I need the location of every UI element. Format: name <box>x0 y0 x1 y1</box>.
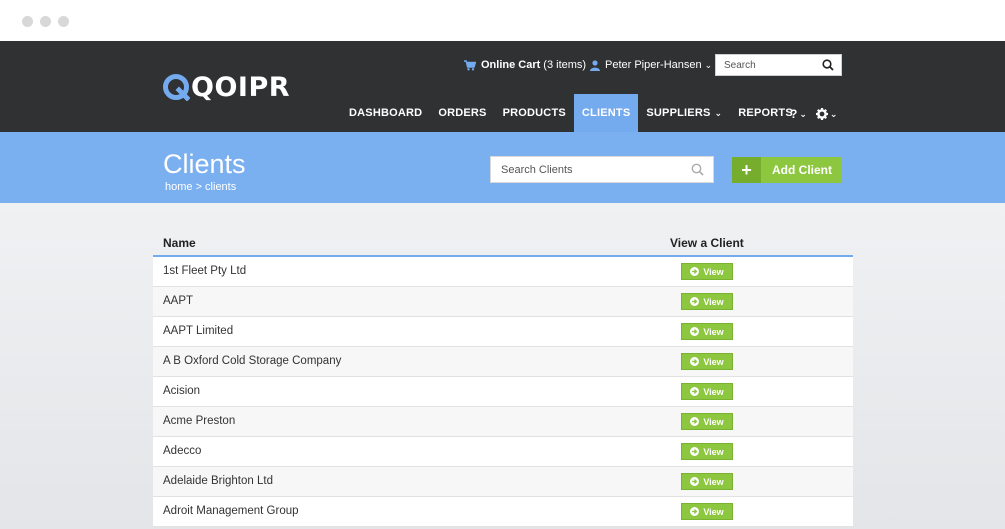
global-search-input[interactable] <box>716 56 816 74</box>
user-icon <box>590 59 600 71</box>
view-label: View <box>703 446 724 457</box>
view-client-button[interactable]: View <box>681 293 733 310</box>
chevron-down-icon: ⌄ <box>704 59 713 70</box>
table-row: AAPT View <box>153 287 853 317</box>
nav-orders-label: ORDERS <box>438 107 487 119</box>
search-icon[interactable] <box>691 163 704 176</box>
nav-dashboard[interactable]: DASHBOARD <box>341 94 430 132</box>
user-name: Peter Piper-Hansen <box>605 59 702 71</box>
arrow-right-circle-icon <box>690 267 700 276</box>
nav-suppliers-label: SUPPLIERS <box>646 107 711 119</box>
view-client-button[interactable]: View <box>681 473 733 490</box>
table-row: Adelaide Brighton Ltd View <box>153 467 853 497</box>
user-menu[interactable]: Peter Piper-Hansen ⌄ <box>590 58 712 72</box>
table-row: Acision View <box>153 377 853 407</box>
content-area: Name View a Client 1st Fleet Pty Ltd View… <box>0 203 1005 529</box>
nav-clients[interactable]: CLIENTS <box>573 94 639 132</box>
help-icon: ? <box>790 107 798 121</box>
window-minimize-dot[interactable] <box>40 16 51 27</box>
client-name: Adelaide Brighton Ltd <box>163 475 273 487</box>
view-label: View <box>703 356 724 367</box>
nav-products[interactable]: PRODUCTS <box>495 94 574 132</box>
table-row: 1st Fleet Pty Ltd View <box>153 257 853 287</box>
global-search <box>715 54 842 76</box>
nav-suppliers[interactable]: SUPPLIERS ⌄ <box>638 94 730 132</box>
page-header: Clients home > clients + Add Client <box>0 132 1005 203</box>
client-name: A B Oxford Cold Storage Company <box>163 355 342 367</box>
header-tools: ? ⌄ ⌄ <box>790 107 846 121</box>
page-title: Clients <box>163 149 246 179</box>
table-body: 1st Fleet Pty Ltd View AAPT View AAPT Limite… <box>153 257 853 527</box>
arrow-right-circle-icon <box>690 477 700 486</box>
chevron-down-icon: ⌄ <box>714 107 723 118</box>
nav-clients-label: CLIENTS <box>581 107 631 119</box>
view-client-button[interactable]: View <box>681 443 733 460</box>
cart-label: Online Cart <box>481 59 541 71</box>
nav-products-label: PRODUCTS <box>502 107 566 119</box>
clients-table: Name View a Client 1st Fleet Pty Ltd View… <box>153 230 853 527</box>
table-header: Name View a Client <box>153 230 853 257</box>
cart-count: (3 items) <box>543 59 587 71</box>
help-menu[interactable]: ? ⌄ <box>790 107 807 121</box>
main-nav: DASHBOARD ORDERS PRODUCTS CLIENTS SUPPLI… <box>341 94 801 132</box>
client-name: Adroit Management Group <box>163 505 299 517</box>
view-client-button[interactable]: View <box>681 353 733 370</box>
view-client-button[interactable]: View <box>681 383 733 400</box>
view-label: View <box>703 266 724 277</box>
client-search <box>490 156 714 183</box>
top-navbar: QOIPR Online Cart (3 items) Peter Piper-… <box>0 41 1005 132</box>
client-name: 1st Fleet Pty Ltd <box>163 265 247 277</box>
add-client-label: Add Client <box>772 163 832 177</box>
gear-icon <box>815 108 828 120</box>
browser-chrome <box>0 0 1005 41</box>
nav-orders[interactable]: ORDERS <box>430 94 494 132</box>
arrow-right-circle-icon <box>690 297 700 306</box>
column-header-view: View a Client <box>670 236 744 250</box>
plus-icon: + <box>732 157 761 183</box>
nav-dashboard-label: DASHBOARD <box>349 107 423 119</box>
view-label: View <box>703 326 724 337</box>
breadcrumb[interactable]: home > clients <box>165 181 236 193</box>
client-name: AAPT <box>163 295 194 307</box>
cart-icon <box>464 59 476 70</box>
table-row: AAPT Limited View <box>153 317 853 347</box>
table-row: Adecco View <box>153 437 853 467</box>
nav-reports-label: REPORTS <box>738 107 793 119</box>
view-label: View <box>703 476 724 487</box>
table-row: Acme Preston View <box>153 407 853 437</box>
client-name: Acme Preston <box>163 415 236 427</box>
view-label: View <box>703 386 724 397</box>
logo[interactable]: QOIPR <box>162 71 291 103</box>
logo-text: QOIPR <box>191 71 291 103</box>
online-cart-link[interactable]: Online Cart (3 items) <box>464 58 586 72</box>
arrow-right-circle-icon <box>690 357 700 366</box>
client-name: AAPT Limited <box>163 325 234 337</box>
view-client-button[interactable]: View <box>681 503 733 520</box>
client-name: Adecco <box>163 445 202 457</box>
arrow-right-circle-icon <box>690 507 700 516</box>
table-row: Adroit Management Group View <box>153 497 853 527</box>
arrow-right-circle-icon <box>690 447 700 456</box>
arrow-right-circle-icon <box>690 387 700 396</box>
view-label: View <box>703 416 724 427</box>
view-client-button[interactable]: View <box>681 413 733 430</box>
logo-icon <box>163 74 190 101</box>
arrow-right-circle-icon <box>690 327 700 336</box>
settings-menu[interactable]: ⌄ <box>815 108 838 120</box>
chevron-down-icon: ⌄ <box>829 108 838 119</box>
column-header-name: Name <box>163 236 196 250</box>
view-client-button[interactable]: View <box>681 323 733 340</box>
window-close-dot[interactable] <box>22 16 33 27</box>
search-icon[interactable] <box>822 59 834 71</box>
table-row: A B Oxford Cold Storage Company View <box>153 347 853 377</box>
add-client-button[interactable]: + Add Client <box>732 157 842 183</box>
client-search-input[interactable] <box>491 157 681 182</box>
view-label: View <box>703 506 724 517</box>
view-client-button[interactable]: View <box>681 263 733 280</box>
client-name: Acision <box>163 385 201 397</box>
arrow-right-circle-icon <box>690 417 700 426</box>
view-label: View <box>703 296 724 307</box>
window-maximize-dot[interactable] <box>58 16 69 27</box>
chevron-down-icon: ⌄ <box>799 108 807 119</box>
